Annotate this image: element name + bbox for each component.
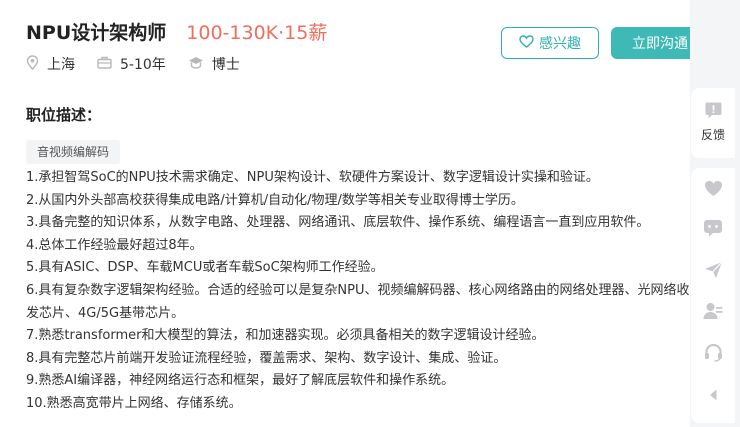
job-title: NPU设计架构师: [26, 22, 167, 44]
location-pin-icon: [26, 54, 47, 74]
experience-text: 5-10年: [120, 57, 166, 73]
description-line: 6.具有复杂数字逻辑架构经验。合适的经验可以是复杂NPU、视频编解码器、核心网络…: [26, 282, 690, 298]
graduation-cap-icon: [188, 56, 212, 73]
description-heading: 职位描述：: [26, 106, 102, 124]
location-text: 上海: [47, 57, 75, 73]
heart-icon[interactable]: [703, 178, 723, 198]
skill-tag: 音视频编解码: [26, 140, 121, 164]
description-line: 5.具有ASIC、DSP、车载MCU或者车载SoC架构师工作经验。: [26, 260, 384, 276]
floating-sidebar: 反馈: [691, 0, 740, 427]
degree: 博士: [188, 54, 240, 74]
description-line: 2.从国内外头部高校获得集成电路/计算机/自动化/物理/数学等相关专业取得博士学…: [26, 192, 524, 208]
interest-button[interactable]: 感兴趣: [501, 27, 599, 59]
location: 上海: [26, 54, 75, 74]
description-line: 1.承担智驾SoC的NPU技术需求确定、NPU架构设计、软硬件方案设计、数字逻辑…: [26, 170, 599, 185]
chat-icon[interactable]: [703, 218, 723, 238]
interest-label: 感兴趣: [539, 36, 581, 52]
job-detail-card: NPU设计架构师 100-130K·15薪 上海 5-10年 博士 感兴趣 立即…: [0, 0, 690, 427]
briefcase-icon: [97, 56, 120, 73]
sidebar-tools: [691, 168, 735, 423]
collapse-arrow-icon[interactable]: [703, 385, 723, 405]
feedback-label: 反馈: [700, 128, 725, 142]
job-description: 1.承担智驾SoC的NPU技术需求确定、NPU架构设计、软硬件方案设计、数字逻辑…: [26, 167, 690, 416]
report-user-icon[interactable]: [703, 301, 723, 321]
heart-outline-icon: [519, 34, 539, 52]
headset-icon[interactable]: [703, 342, 723, 362]
description-line: 发芯片、4G/5G基带芯片。: [26, 305, 185, 321]
description-line: 3.具备完整的知识体系，从数字电路、处理器、网络通讯、底层软件、操作系统、编程语…: [26, 215, 650, 231]
job-meta: 上海 5-10年 博士: [26, 54, 262, 74]
salary: 100-130K·15薪: [186, 22, 328, 44]
description-line: 10.熟悉高宽带片上网络、存储系统。: [26, 395, 242, 411]
feedback-button[interactable]: 反馈: [691, 88, 735, 158]
chat-now-button[interactable]: 立即沟通: [611, 27, 690, 59]
description-line: 7.熟悉transformer和大模型的算法，和加速器实现。必须具备相关的数字逻…: [26, 328, 545, 344]
description-line: 4.总体工作经验最好超过8年。: [26, 237, 203, 253]
experience: 5-10年: [97, 54, 166, 74]
degree-text: 博士: [211, 57, 240, 73]
description-line: 8.具有完整芯片前端开发验证流程经验，覆盖需求、架构、数字设计、集成、验证。: [26, 350, 507, 366]
share-icon[interactable]: [703, 260, 723, 280]
feedback-icon: [703, 100, 723, 120]
title-row: NPU设计架构师 100-130K·15薪: [26, 18, 327, 45]
description-line: 9.熟悉AI编译器，神经网络运行态和框架，最好了解底层软件和操作系统。: [26, 373, 455, 389]
